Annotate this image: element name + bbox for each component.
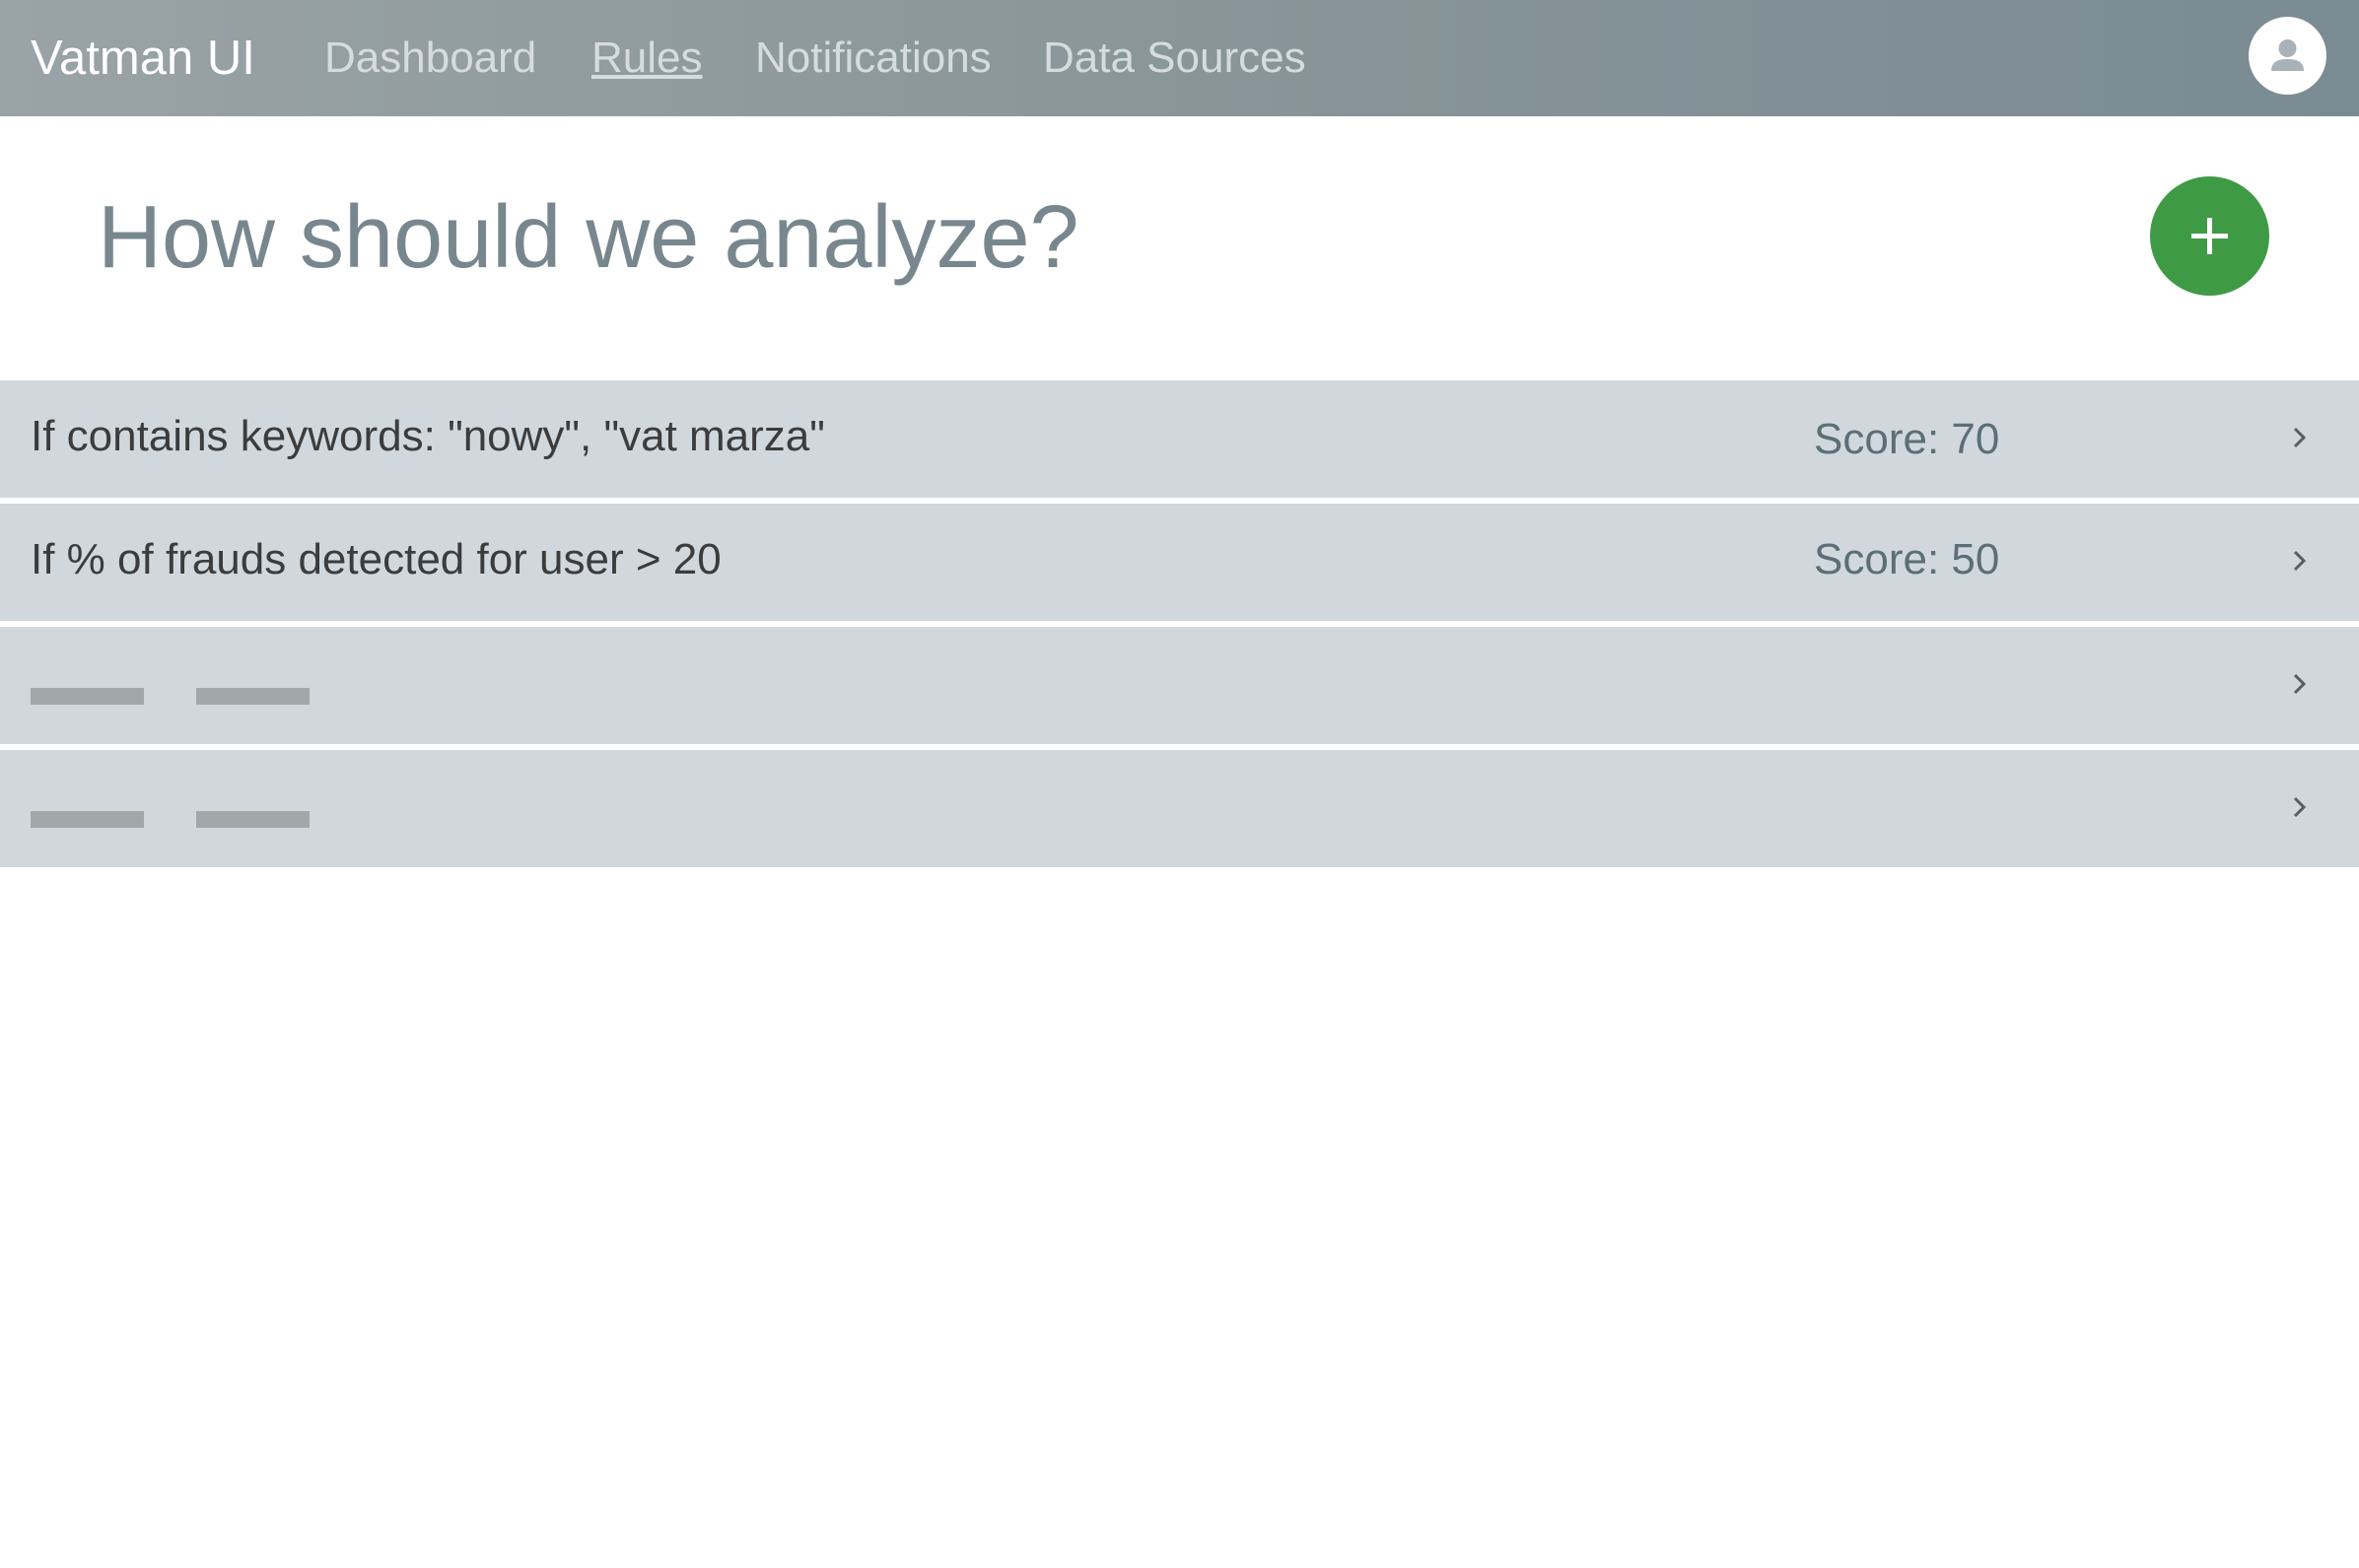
account-avatar-button[interactable] <box>2249 17 2326 95</box>
user-icon <box>2271 39 2304 71</box>
loading-placeholder-bar <box>31 688 144 705</box>
loading-placeholder-bar <box>196 811 310 828</box>
rule-score: Score: 70 <box>1814 415 2000 463</box>
nav-link-dashboard[interactable]: Dashboard <box>324 32 536 85</box>
rule-list: If contains keywords: "nowy", "vat marza… <box>0 380 2359 873</box>
rule-row-loading[interactable] <box>0 750 2359 867</box>
chevron-right-icon[interactable] <box>2285 546 2315 576</box>
rule-row[interactable]: If % of frauds detected for user > 20 Sc… <box>0 504 2359 621</box>
chevron-right-icon[interactable] <box>2285 423 2315 452</box>
chevron-right-icon[interactable] <box>2285 792 2315 822</box>
rule-row-loading[interactable] <box>0 627 2359 744</box>
nav-link-rules[interactable]: Rules <box>591 32 703 85</box>
loading-placeholder-bar <box>196 688 310 705</box>
nav-link-data-sources[interactable]: Data Sources <box>1043 32 1306 85</box>
rule-row[interactable]: If contains keywords: "nowy", "vat marza… <box>0 380 2359 498</box>
rule-score: Score: 50 <box>1814 535 2000 583</box>
nav-link-notifications[interactable]: Notifications <box>755 32 992 85</box>
loading-placeholder-bar <box>31 811 144 828</box>
add-rule-button[interactable] <box>2150 176 2269 296</box>
rule-condition: If % of frauds detected for user > 20 <box>31 535 722 583</box>
chevron-right-icon[interactable] <box>2285 669 2315 699</box>
page-title: How should we analyze? <box>98 188 1079 287</box>
brand-title[interactable]: Vatman UI <box>31 30 255 87</box>
rule-condition: If contains keywords: "nowy", "vat marza… <box>31 412 825 460</box>
plus-icon <box>2191 218 2228 254</box>
top-navbar: Vatman UI Dashboard Rules Notifications … <box>0 0 2359 116</box>
